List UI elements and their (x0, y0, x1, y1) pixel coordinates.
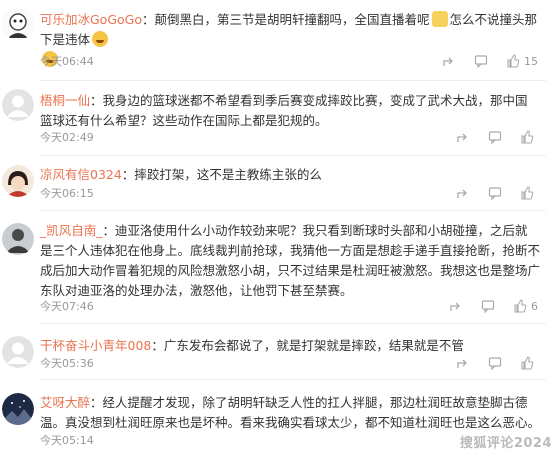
username-link[interactable]: 梧桐一仙 (40, 93, 90, 108)
like-button[interactable] (520, 356, 538, 370)
like-icon (520, 186, 534, 200)
share-icon[interactable] (456, 130, 470, 144)
divider (40, 210, 546, 211)
like-button[interactable] (520, 186, 538, 200)
comment-text: 迪亚洛使用什么小动作较劲来呢？我只看到断球时头部和小胡碰撞，之后就是三个人违体犯… (40, 223, 541, 298)
separator: ： (102, 223, 116, 238)
comment-actions (456, 186, 538, 200)
comment-actions (456, 130, 538, 144)
share-icon[interactable] (456, 186, 470, 200)
share-icon[interactable] (442, 54, 456, 68)
timestamp: 今天05:36 (40, 357, 94, 370)
comment-text: 广东发布会都说了，就是打架就是摔跤，结果就是不管 (163, 338, 464, 353)
username-link[interactable]: 艾呀大醉 (40, 395, 90, 410)
separator: ： (90, 395, 103, 410)
divider (40, 379, 546, 380)
laugh-emoji-icon (92, 31, 109, 47)
comment-body: 凉风有信0324：摔跤打架，这不是主教练主张的么 (40, 165, 540, 185)
username-link[interactable]: _凯风自南_ (40, 223, 103, 238)
timestamp: 今天05:14 (40, 434, 94, 447)
avatar[interactable] (2, 8, 34, 40)
avatar[interactable] (2, 165, 34, 197)
like-icon (506, 54, 520, 68)
like-button[interactable]: 15 (506, 54, 538, 68)
comment-icon[interactable] (474, 54, 488, 68)
comment-text: 经人提醒才发现，除了胡明轩缺乏人性的扛人拌腿，那边杜润旺故意垫脚古德温。真没想到… (40, 395, 541, 430)
avatar[interactable] (2, 336, 34, 368)
like-count: 6 (531, 299, 538, 313)
divider (40, 80, 546, 81)
separator: ： (121, 167, 135, 182)
separator: ： (142, 12, 155, 27)
comment-icon[interactable] (488, 130, 502, 144)
divider (40, 155, 546, 156)
comment-icon[interactable] (481, 299, 495, 313)
sweat-emoji-icon (431, 11, 448, 27)
timestamp: 今天06:15 (40, 187, 94, 200)
like-icon (520, 356, 534, 370)
like-button[interactable] (520, 130, 538, 144)
avatar[interactable] (2, 89, 34, 121)
like-icon (520, 130, 534, 144)
avatar[interactable] (2, 223, 34, 255)
share-icon[interactable] (456, 356, 470, 370)
comment-icon[interactable] (488, 356, 502, 370)
comment-actions: 6 (449, 299, 538, 313)
comment-body: 梧桐一仙：我身边的篮球迷都不希望看到季后赛变成摔跤比赛，变成了武术大战，那中国篮… (40, 91, 540, 131)
share-icon[interactable] (449, 299, 463, 313)
timestamp: 今天07:46 (40, 300, 94, 313)
comment-icon[interactable] (488, 186, 502, 200)
timestamp: 今天06:44 (40, 55, 94, 68)
like-icon (513, 299, 527, 313)
comment-body: _凯风自南_：迪亚洛使用什么小动作较劲来呢？我只看到断球时头部和小胡碰撞，之后就… (40, 221, 540, 301)
comment-list: 可乐加冰GoGoGo：颠倒黑白，第三节是胡明轩撞翻吗，全国直播着呢 怎么不说撞头那… (0, 0, 554, 455)
separator: ： (90, 93, 103, 108)
comment-text: 我身边的篮球迷都不希望看到季后赛变成摔跤比赛，变成了武术大战，那中国篮球还有什么… (40, 93, 528, 128)
separator: ： (151, 338, 164, 353)
watermark: 搜狐评论2024 (459, 436, 552, 451)
like-button[interactable]: 6 (513, 299, 538, 313)
username-link[interactable]: 凉风有信0324 (40, 167, 122, 182)
avatar[interactable] (2, 393, 34, 425)
comment-body: 艾呀大醉：经人提醒才发现，除了胡明轩缺乏人性的扛人拌腿，那边杜润旺故意垫脚古德温… (40, 393, 540, 433)
comment-body: 干杯奋斗小青年008：广东发布会都说了，就是打架就是摔跤，结果就是不管 (40, 336, 540, 356)
timestamp: 今天02:49 (40, 131, 94, 144)
comment-text: 摔跤打架，这不是主教练主张的么 (134, 167, 322, 182)
comment-text: 颠倒黑白，第三节是胡明轩撞翻吗，全国直播着呢 (154, 12, 430, 27)
username-link[interactable]: 可乐加冰GoGoGo (40, 12, 142, 27)
username-link[interactable]: 干杯奋斗小青年008 (40, 338, 151, 353)
comment-actions: 15 (442, 54, 538, 68)
comment-actions (456, 356, 538, 370)
divider (40, 323, 546, 324)
like-count: 15 (524, 54, 538, 68)
